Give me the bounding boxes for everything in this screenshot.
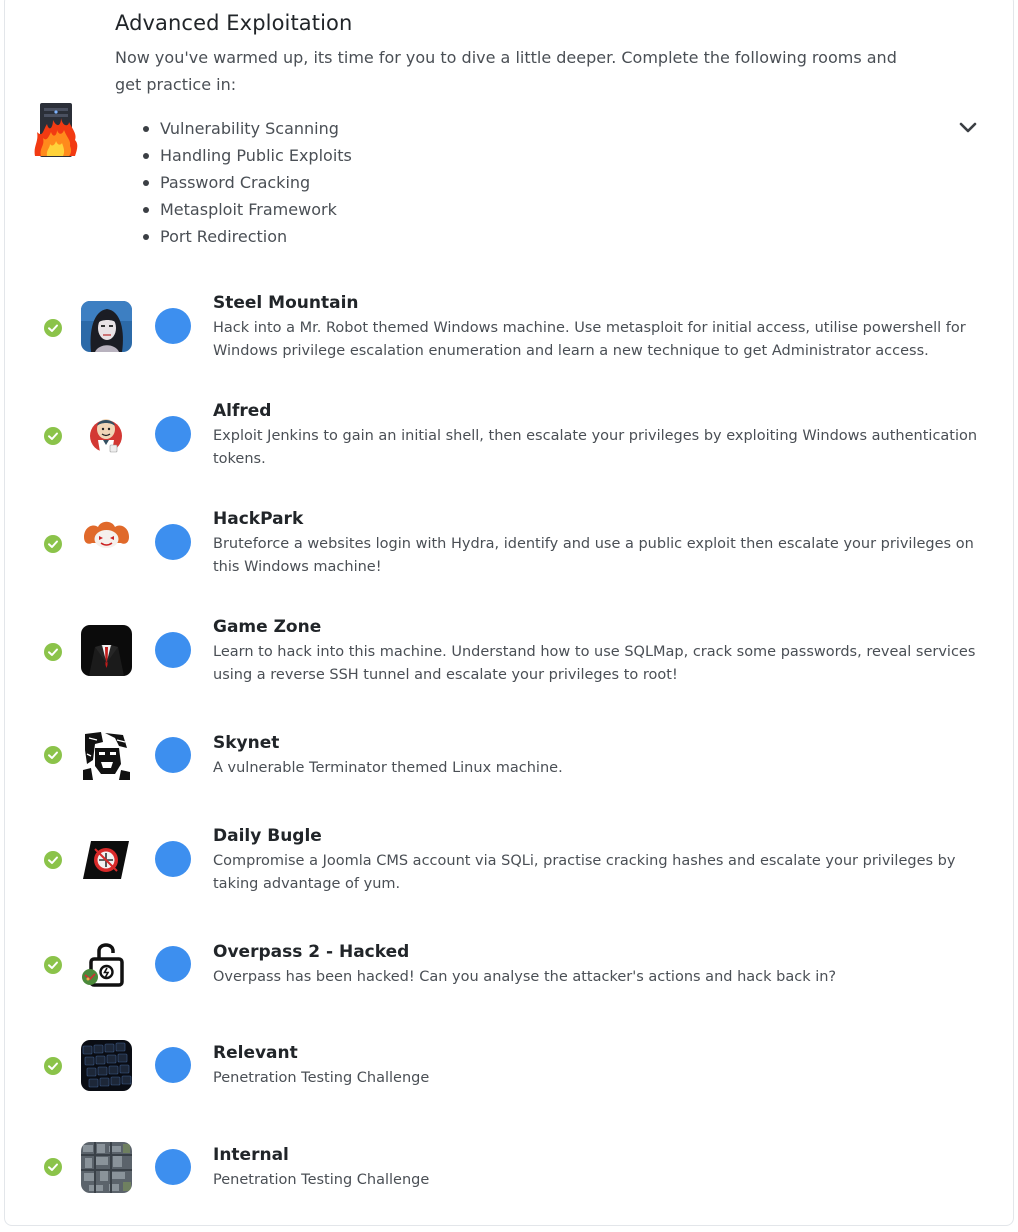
room-item-steel-mountain[interactable]: Steel Mountain Hack into a Mr. Robot the… xyxy=(0,290,1018,380)
room-item-relevant[interactable]: Relevant Penetration Testing Challenge xyxy=(0,1040,1018,1130)
progress-dot[interactable] xyxy=(155,308,191,344)
room-title[interactable]: Internal xyxy=(213,1145,289,1165)
check-icon xyxy=(44,535,62,553)
progress-dot[interactable] xyxy=(155,1149,191,1185)
burning-server-icon xyxy=(31,100,81,162)
room-title[interactable]: Alfred xyxy=(213,401,271,421)
topic-item: Metasploit Framework xyxy=(143,196,352,223)
room-description: Penetration Testing Challenge xyxy=(213,1172,430,1188)
room-title[interactable]: Overpass 2 - Hacked xyxy=(213,942,409,962)
topic-list: Vulnerability Scanning Handling Public E… xyxy=(143,115,352,250)
progress-dot[interactable] xyxy=(155,1047,191,1083)
room-title[interactable]: Steel Mountain xyxy=(213,293,359,313)
check-icon xyxy=(44,643,62,661)
room-title[interactable]: HackPark xyxy=(213,509,303,529)
room-description: Compromise a Joomla CMS account via SQLi… xyxy=(213,853,956,892)
room-description: Learn to hack into this machine. Underst… xyxy=(213,644,976,683)
room-description: Hack into a Mr. Robot themed Windows mac… xyxy=(213,320,966,359)
check-icon xyxy=(44,956,62,974)
chevron-down-icon[interactable] xyxy=(957,120,979,136)
progress-dot[interactable] xyxy=(155,737,191,773)
room-item-skynet[interactable]: Skynet A vulnerable Terminator themed Li… xyxy=(0,730,1018,820)
terminator-icon xyxy=(81,730,132,781)
check-icon xyxy=(44,1158,62,1176)
room-item-daily-bugle[interactable]: Daily Bugle Compromise a Joomla CMS acco… xyxy=(0,823,1018,913)
mr-robot-portrait-icon xyxy=(81,301,132,352)
room-description: Bruteforce a websites login with Hydra, … xyxy=(213,536,974,575)
room-item-hackpark[interactable]: HackPark Bruteforce a websites login wit… xyxy=(0,506,1018,596)
room-title[interactable]: Daily Bugle xyxy=(213,826,322,846)
room-description: Penetration Testing Challenge xyxy=(213,1070,430,1086)
progress-dot[interactable] xyxy=(155,946,191,982)
room-description: Exploit Jenkins to gain an initial shell… xyxy=(213,428,978,467)
progress-dot[interactable] xyxy=(155,841,191,877)
room-description: Overpass has been hacked! Can you analys… xyxy=(213,969,837,985)
check-icon xyxy=(44,746,62,764)
clown-icon xyxy=(81,517,132,568)
room-item-internal[interactable]: Internal Penetration Testing Challenge xyxy=(0,1142,1018,1232)
progress-dot[interactable] xyxy=(155,416,191,452)
keyboard-icon xyxy=(81,1040,132,1091)
jenkins-butler-icon xyxy=(81,409,132,460)
topic-item: Port Redirection xyxy=(143,223,352,250)
room-title[interactable]: Skynet xyxy=(213,733,279,753)
room-item-overpass-2-hacked[interactable]: Overpass 2 - Hacked Overpass has been ha… xyxy=(0,939,1018,1029)
check-icon xyxy=(44,1057,62,1075)
topic-item: Password Cracking xyxy=(143,169,352,196)
room-item-alfred[interactable]: Alfred Exploit Jenkins to gain an initia… xyxy=(0,398,1018,488)
check-icon xyxy=(44,851,62,869)
topic-item: Vulnerability Scanning xyxy=(143,115,352,142)
room-description: A vulnerable Terminator themed Linux mac… xyxy=(213,760,563,776)
path-title: Advanced Exploitation xyxy=(115,11,353,35)
path-description: Now you've warmed up, its time for you t… xyxy=(115,48,897,94)
unlocked-padlock-icon xyxy=(81,939,132,990)
check-icon xyxy=(44,427,62,445)
check-icon xyxy=(44,319,62,337)
topic-item: Handling Public Exploits xyxy=(143,142,352,169)
suit-agent-icon xyxy=(81,625,132,676)
progress-dot[interactable] xyxy=(155,632,191,668)
city-aerial-icon xyxy=(81,1142,132,1193)
room-title[interactable]: Game Zone xyxy=(213,617,321,637)
room-title[interactable]: Relevant xyxy=(213,1043,298,1063)
daily-bugle-logo-icon xyxy=(81,835,132,886)
room-item-game-zone[interactable]: Game Zone Learn to hack into this machin… xyxy=(0,614,1018,704)
progress-dot[interactable] xyxy=(155,524,191,560)
